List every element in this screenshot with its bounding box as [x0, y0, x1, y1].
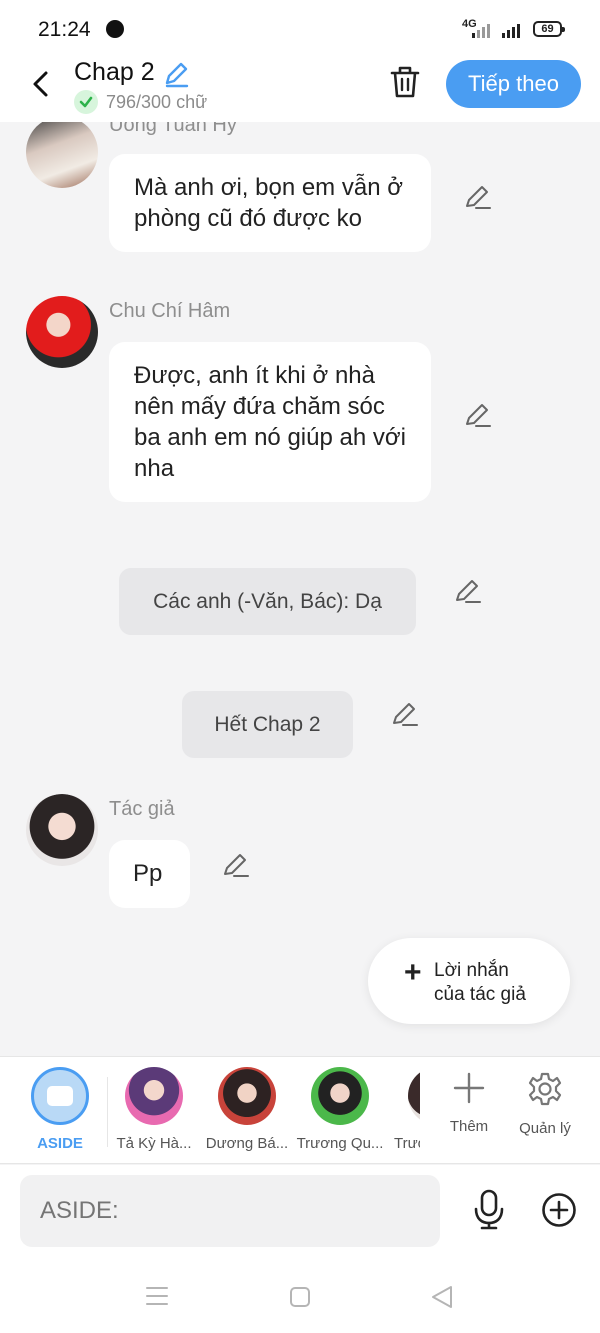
check-icon [74, 90, 98, 114]
plus-icon [453, 1072, 485, 1104]
avatar [408, 1067, 420, 1125]
manage-label: Quản lý [519, 1120, 571, 1137]
more-label: Thêm [449, 1118, 489, 1135]
header: Chap 2 796/300 chữ Tiếp theo [0, 56, 600, 122]
character-bar: ASIDE Tả Kỳ Hà... Dương Bá... Trương Qu.… [0, 1056, 600, 1164]
character-item[interactable]: Trươ [386, 1067, 420, 1152]
author-note-label: của tác giả [434, 984, 526, 1005]
character-aside[interactable]: ASIDE [16, 1067, 104, 1152]
divider [107, 1077, 108, 1147]
author-note-button[interactable]: + Lời nhắn của tác giả [368, 938, 570, 1024]
author-note-label: Lời nhắn [434, 960, 509, 981]
narration-bubble[interactable]: Các anh (-Văn, Bác): Dạ [119, 568, 416, 635]
avatar [218, 1067, 276, 1125]
page-title[interactable]: Chap 2 [74, 58, 155, 87]
add-circle-icon[interactable] [541, 1192, 577, 1228]
input-bar [0, 1165, 600, 1260]
word-count: 796/300 chữ [106, 92, 208, 112]
character-label: Dương Bá... [205, 1135, 289, 1152]
trash-icon[interactable] [388, 64, 422, 100]
narration-bubble[interactable]: Hết Chap 2 [182, 691, 353, 758]
status-bar: 21:24 4G 69 [0, 0, 600, 56]
manage-button[interactable]: Quản lý [508, 1071, 582, 1137]
edit-message-icon[interactable] [463, 182, 493, 212]
character-label: ASIDE [37, 1135, 83, 1152]
character-label: Tả Kỳ Hà... [116, 1135, 192, 1152]
avatar[interactable] [26, 794, 98, 866]
message-input[interactable] [20, 1175, 440, 1247]
character-item[interactable]: Tả Kỳ Hà... [110, 1067, 198, 1152]
battery-icon: 69 [533, 21, 565, 37]
avatar[interactable] [26, 296, 98, 368]
back-arrow-icon[interactable] [28, 70, 56, 98]
avatar [311, 1067, 369, 1125]
edit-message-icon[interactable] [463, 400, 493, 430]
signal-icon [502, 22, 524, 38]
character-label: Trươ [394, 1135, 420, 1152]
status-time: 21:24 [38, 18, 91, 41]
message-bubble[interactable]: Được, anh ít khi ở nhà nên mấy đứa chăm … [109, 342, 431, 502]
edit-message-icon[interactable] [453, 576, 483, 606]
more-button[interactable]: Thêm [432, 1071, 506, 1135]
message-bubble[interactable]: Pp [109, 840, 190, 908]
avatar [125, 1067, 183, 1125]
edit-message-icon[interactable] [390, 699, 420, 729]
character-item[interactable]: Trương Qu... [296, 1067, 384, 1152]
next-button[interactable]: Tiếp theo [446, 60, 581, 108]
globe-icon [106, 20, 124, 38]
system-nav-bar [0, 1260, 600, 1333]
gear-icon [528, 1072, 562, 1106]
edit-title-icon[interactable] [162, 60, 190, 88]
speaker-name: Tác giả [109, 798, 175, 820]
speaker-name: Uông Tuấn Hy [109, 122, 237, 136]
back-triangle-icon[interactable] [431, 1285, 453, 1309]
signal-icon [472, 22, 494, 38]
character-label: Trương Qu... [296, 1135, 384, 1152]
menu-icon[interactable] [146, 1286, 168, 1306]
microphone-icon[interactable] [470, 1189, 508, 1231]
character-item[interactable]: Dương Bá... [203, 1067, 291, 1152]
avatar[interactable] [26, 122, 98, 188]
plus-icon: + [404, 956, 422, 989]
speaker-name: Chu Chí Hâm [109, 300, 231, 322]
chat-area: Uông Tuấn Hy Mà anh ơi, bọn em vẫn ở phò… [0, 122, 600, 1056]
home-icon[interactable] [289, 1286, 311, 1308]
aside-icon [31, 1067, 89, 1125]
message-bubble[interactable]: Mà anh ơi, bọn em vẫn ở phòng cũ đó được… [109, 154, 431, 252]
edit-message-icon[interactable] [221, 850, 251, 880]
